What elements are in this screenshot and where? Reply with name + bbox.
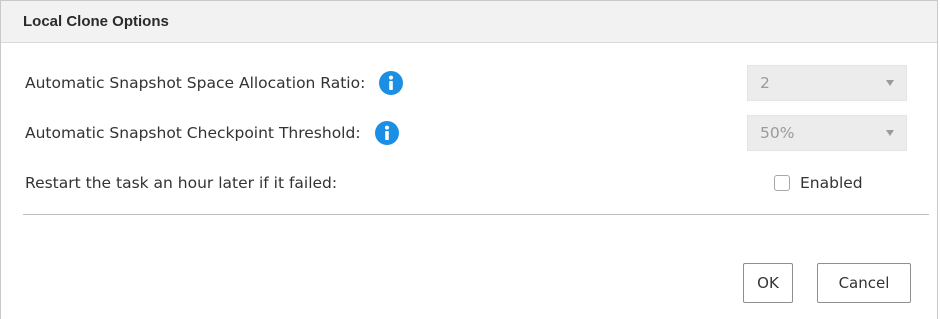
space-allocation-ratio-label: Automatic Snapshot Space Allocation Rati… xyxy=(25,74,366,92)
divider xyxy=(23,214,929,215)
space-allocation-ratio-value: 2 xyxy=(760,74,770,92)
local-clone-options-dialog: Local Clone Options Automatic Snapshot S… xyxy=(0,0,938,319)
chevron-down-icon xyxy=(886,80,894,86)
enabled-label[interactable]: Enabled xyxy=(800,174,863,192)
checkpoint-threshold-label: Automatic Snapshot Checkpoint Threshold: xyxy=(25,124,361,142)
setting-row-checkpoint-threshold: Automatic Snapshot Checkpoint Threshold:… xyxy=(25,115,907,151)
space-allocation-ratio-select[interactable]: 2 xyxy=(747,65,907,101)
setting-row-restart-task: Restart the task an hour later if it fai… xyxy=(25,165,907,201)
restart-task-enabled-checkbox[interactable] xyxy=(774,175,790,191)
dialog-titlebar: Local Clone Options xyxy=(1,1,937,43)
info-icon[interactable] xyxy=(379,71,404,95)
setting-row-space-allocation-ratio: Automatic Snapshot Space Allocation Rati… xyxy=(25,65,907,101)
dialog-title: Local Clone Options xyxy=(23,13,169,30)
restart-task-label: Restart the task an hour later if it fai… xyxy=(25,174,338,192)
info-icon[interactable] xyxy=(374,121,399,145)
checkpoint-threshold-value: 50% xyxy=(760,124,795,142)
restart-task-enabled-checkbox-group[interactable]: Enabled xyxy=(774,165,863,201)
cancel-button[interactable]: Cancel xyxy=(817,263,911,303)
ok-button[interactable]: OK xyxy=(743,263,793,303)
chevron-down-icon xyxy=(886,130,894,136)
checkpoint-threshold-select[interactable]: 50% xyxy=(747,115,907,151)
